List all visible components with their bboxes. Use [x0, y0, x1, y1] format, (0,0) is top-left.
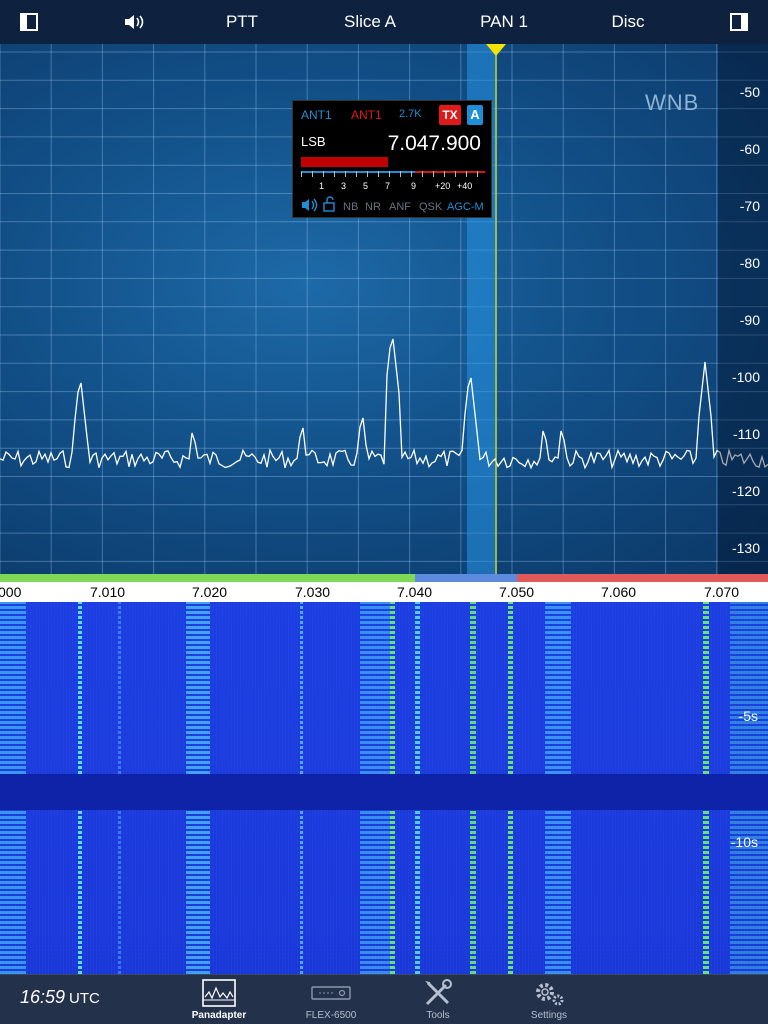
option-agc-m[interactable]: AGC-M — [447, 201, 484, 213]
tab-panadapter[interactable]: Panadapter — [179, 979, 259, 1023]
gear-icon — [536, 983, 564, 1006]
wnb-indicator[interactable]: WNB — [645, 90, 699, 116]
s-meter-tick — [345, 171, 346, 177]
tab-flex-6500[interactable]: FLEX-6500 — [291, 979, 371, 1023]
filter-width[interactable]: 2.7K — [399, 108, 422, 120]
tx-antenna[interactable]: ANT1 — [351, 108, 382, 122]
dbm-label: -80 — [739, 255, 760, 271]
s-meter-label: +40 — [457, 181, 473, 191]
s-meter-label: 3 — [341, 181, 347, 191]
s-meter-scale-red — [415, 171, 485, 173]
tools-icon — [425, 979, 452, 1006]
s-meter-tick — [323, 171, 324, 177]
waterfall-gap — [0, 774, 768, 810]
band-segment-bar — [0, 574, 768, 582]
s-meter-label: 9 — [411, 181, 417, 191]
band-segment-blue — [415, 574, 517, 582]
frequency-scale[interactable]: 000 7.010 7.020 7.030 7.040 7.050 7.060 7.070 — [0, 582, 768, 602]
s-meter-label: 7 — [385, 181, 391, 191]
frequency-readout[interactable]: 7.047.900 — [388, 132, 481, 156]
s-meter-tick — [389, 171, 390, 177]
tab-label: Panadapter — [191, 1010, 247, 1021]
ptt-button[interactable]: PTT — [212, 0, 272, 44]
waterfall-time-10s: -10s — [730, 834, 758, 850]
dbm-label: -60 — [739, 141, 760, 157]
dbm-label: -50 — [739, 84, 760, 100]
radio-icon — [311, 986, 351, 1000]
dbm-label: -120 — [731, 483, 760, 499]
option-nr[interactable]: NR — [365, 201, 381, 213]
slice-letter-badge: A — [467, 105, 483, 125]
frequency-tick-label: 7.030 — [295, 584, 331, 600]
s-meter-scale-blue — [301, 171, 415, 173]
pan-1-button[interactable]: PAN 1 — [466, 0, 542, 44]
s-meter-tick — [444, 171, 445, 177]
clock-tz: UTC — [69, 990, 100, 1007]
dbm-label: -100 — [731, 369, 760, 385]
s-meter-label: 1 — [319, 181, 325, 191]
s-meter-tick — [477, 171, 478, 177]
s-meter-tick — [334, 171, 335, 177]
mode-label[interactable]: LSB — [301, 134, 326, 149]
s-meter-tick — [301, 171, 302, 177]
rx-antenna[interactable]: ANT1 — [301, 108, 332, 122]
slice-flag[interactable]: ANT1 ANT1 2.7K TX A LSB 7.047.900 1 3 5 7 9 +… — [292, 100, 492, 218]
waterfall[interactable]: -5s -10s — [0, 602, 768, 974]
utc-clock: 16:59 UTC — [20, 987, 100, 1008]
frequency-tick-label: 7.040 — [397, 584, 433, 600]
slice-a-button[interactable]: Slice A — [330, 0, 410, 44]
band-segment-green — [0, 574, 415, 582]
dbm-label: -90 — [739, 312, 760, 328]
s-meter-label: 5 — [363, 181, 369, 191]
s-meter-tick — [455, 171, 456, 177]
s-meter-bar — [301, 157, 388, 167]
panadapter-icon — [202, 979, 236, 1007]
s-meter-tick — [312, 171, 313, 177]
tx-badge[interactable]: TX — [439, 105, 461, 125]
dbm-label: -70 — [739, 198, 760, 214]
frequency-tick-label: 7.060 — [601, 584, 637, 600]
top-toolbar: PTT Slice A PAN 1 Disc — [0, 0, 768, 44]
s-meter-tick — [356, 171, 357, 177]
waterfall-time-5s: -5s — [738, 708, 758, 724]
s-meter-tick — [466, 171, 467, 177]
frequency-tick-label: 000 — [0, 584, 22, 600]
frequency-tick-label: 7.010 — [90, 584, 126, 600]
frequency-tick-label: 7.070 — [704, 584, 740, 600]
disconnect-button[interactable]: Disc — [600, 0, 656, 44]
clock-time: 16:59 — [20, 987, 66, 1007]
frequency-tick-label: 7.020 — [192, 584, 228, 600]
left-panel-toggle-icon[interactable] — [20, 13, 38, 31]
s-meter-tick — [367, 171, 368, 177]
tab-label: Tools — [426, 1010, 450, 1021]
frequency-tick-label: 7.050 — [499, 584, 535, 600]
panadapter[interactable]: -50 -60 -70 -80 -90 -100 -110 -120 -130 WNB ANT1… — [0, 44, 768, 574]
right-panel-toggle-icon[interactable] — [730, 13, 748, 31]
dbm-label: -110 — [733, 426, 760, 442]
option-nb[interactable]: NB — [343, 201, 358, 213]
bottom-tab-bar: 16:59 UTC Panadapter FLEX-6500 Tools Sett… — [0, 974, 768, 1024]
tab-label: Settings — [530, 1010, 568, 1021]
s-meter-label: +20 — [435, 181, 451, 191]
dbm-label: -130 — [731, 540, 760, 556]
band-segment-red — [517, 574, 768, 582]
tab-label: FLEX-6500 — [305, 1010, 357, 1021]
option-qsk[interactable]: QSK — [419, 201, 442, 213]
tab-settings[interactable]: Settings — [509, 979, 589, 1023]
s-meter-tick — [422, 171, 423, 177]
s-meter-tick — [433, 171, 434, 177]
s-meter-tick — [411, 171, 412, 177]
speaker-icon[interactable] — [116, 0, 150, 44]
s-meter-tick — [400, 171, 401, 177]
tab-tools[interactable]: Tools — [398, 979, 478, 1023]
s-meter-tick — [378, 171, 379, 177]
option-anf[interactable]: ANF — [389, 201, 411, 213]
